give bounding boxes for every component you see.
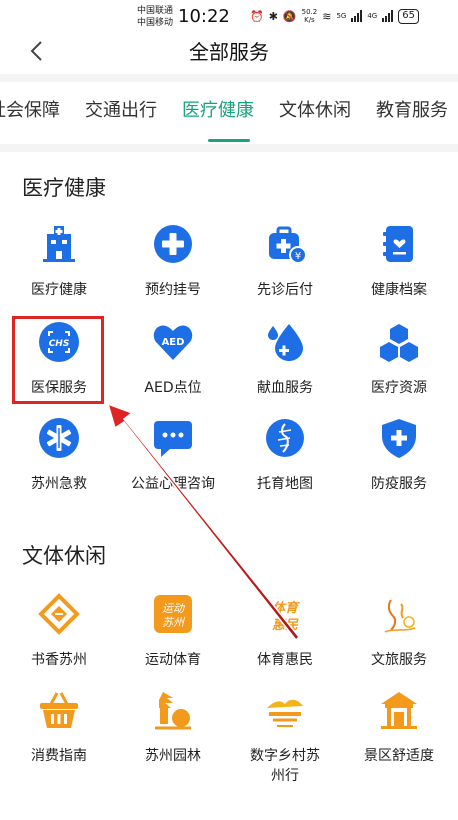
- culture-travel-icon: [384, 599, 416, 633]
- service-label: 书香苏州: [31, 652, 87, 668]
- header-divider: [0, 74, 458, 82]
- network-type-1: 5G: [336, 12, 347, 20]
- sports-benefit-icon: 体育惠民: [272, 600, 300, 633]
- wifi-icon: ≋: [322, 9, 332, 23]
- hospital-icon: [43, 226, 75, 262]
- svg-text:¥: ¥: [295, 251, 301, 262]
- service-digital-village[interactable]: 数字乡村苏州行: [230, 688, 340, 786]
- service-culture-travel[interactable]: 文旅服务: [344, 592, 454, 670]
- carrier-labels: 中国联通 中国移动: [137, 5, 173, 29]
- service-label: 运动体育: [145, 652, 201, 668]
- service-label: 防疫服务: [371, 476, 427, 492]
- pavilion-icon: [381, 692, 417, 729]
- cubes-icon: [380, 324, 418, 362]
- service-label: 健康档案: [371, 282, 427, 298]
- aed-heart-icon: AED: [153, 325, 193, 360]
- sports-badge-icon: 运动苏州: [154, 595, 192, 633]
- service-health-record[interactable]: 健康档案: [344, 222, 454, 300]
- service-label: 苏州急救: [31, 476, 87, 492]
- status-bar: 中国联通 中国移动 10:22 ⏰ ✱ 🔕 50.2 K/s ≋ 5G 4G 65: [0, 0, 458, 34]
- battery-icon: 65: [398, 8, 419, 24]
- svg-text:惠民: 惠民: [272, 617, 299, 633]
- service-label: 体育惠民: [257, 652, 313, 668]
- svg-text:苏州: 苏州: [162, 616, 186, 629]
- service-blood-donation[interactable]: 献血服务: [230, 320, 340, 398]
- service-medical-health[interactable]: 医疗健康: [4, 222, 114, 300]
- service-label: 献血服务: [257, 380, 313, 396]
- service-label: 景区舒适度: [364, 748, 434, 764]
- bluetooth-icon: ✱: [268, 9, 278, 23]
- section-title-culture: 文体休闲: [22, 544, 106, 568]
- svg-text:运动: 运动: [162, 602, 186, 615]
- section-title-medical: 医疗健康: [22, 176, 106, 200]
- service-appointment[interactable]: 预约挂号: [118, 222, 228, 300]
- service-childcare-map[interactable]: 托育地图: [230, 416, 340, 494]
- service-label: 苏州园林: [145, 748, 201, 764]
- svg-text:体育: 体育: [272, 600, 300, 616]
- service-epidemic-prevention[interactable]: 防疫服务: [344, 416, 454, 494]
- service-label: AED点位: [144, 380, 202, 396]
- village-landscape-icon: [267, 699, 303, 727]
- service-scenic-comfort[interactable]: 景区舒适度: [344, 688, 454, 766]
- health-record-icon: [383, 226, 413, 262]
- service-label: 消费指南: [31, 748, 87, 764]
- chat-bubble-icon: [154, 421, 192, 457]
- service-emergency[interactable]: 苏州急救: [4, 416, 114, 494]
- category-tabs: 社会保障 交通出行 医疗健康 文体休闲 教育服务: [0, 96, 458, 122]
- service-medical-resources[interactable]: 医疗资源: [344, 320, 454, 398]
- star-of-life-icon: [39, 418, 79, 458]
- network-type-2: 4G: [367, 12, 378, 20]
- shopping-basket-icon: [40, 692, 78, 728]
- service-label: 公益心理咨询: [131, 476, 215, 492]
- service-label: 医疗资源: [371, 380, 427, 396]
- tab-transport[interactable]: 交通出行: [85, 96, 157, 122]
- active-tab-indicator: [208, 139, 250, 142]
- service-label: 预约挂号: [145, 282, 201, 298]
- book-fragrance-icon: [38, 593, 80, 635]
- network-speed: 50.2 K/s: [301, 8, 318, 24]
- medical-cross-icon: [154, 225, 192, 263]
- tab-medical[interactable]: 医疗健康: [182, 96, 254, 122]
- service-sports[interactable]: 运动 苏州 运动体育: [118, 592, 228, 670]
- service-label: 托育地图: [257, 476, 313, 492]
- childcare-map-icon: [266, 419, 304, 457]
- tab-social-security[interactable]: 社会保障: [0, 96, 60, 122]
- mute-icon: 🔕: [282, 9, 297, 23]
- service-label: 文旅服务: [371, 652, 427, 668]
- garden-pagoda-icon: [155, 692, 191, 730]
- service-label: 数字乡村苏州行: [250, 748, 320, 784]
- tab-education[interactable]: 教育服务: [376, 96, 448, 122]
- service-psych-consult[interactable]: 公益心理咨询: [118, 416, 228, 494]
- service-sports-benefit[interactable]: 体育 惠民 体育惠民: [230, 592, 340, 670]
- service-suzhou-gardens[interactable]: 苏州园林: [118, 688, 228, 766]
- signal-icon-1: [351, 10, 363, 22]
- svg-text:AED: AED: [162, 337, 185, 348]
- shield-cross-icon: [382, 419, 416, 458]
- service-aed[interactable]: AED AED点位: [118, 320, 228, 398]
- service-label: 医疗健康: [31, 282, 87, 298]
- highlight-box: [12, 316, 104, 404]
- service-book-suzhou[interactable]: 书香苏州: [4, 592, 114, 670]
- blood-drop-icon: [268, 324, 303, 361]
- page-title: 全部服务: [189, 40, 269, 64]
- status-icons: ⏰ ✱ 🔕 50.2 K/s ≋ 5G 4G 65: [250, 8, 419, 24]
- tabs-divider: [0, 144, 458, 152]
- carrier-2: 中国移动: [137, 18, 174, 28]
- tab-culture[interactable]: 文体休闲: [279, 96, 351, 122]
- signal-icon-2: [382, 10, 394, 22]
- medkit-payment-icon: ¥: [269, 226, 307, 264]
- header: 全部服务: [0, 34, 458, 74]
- service-consumer-guide[interactable]: 消费指南: [4, 688, 114, 766]
- alarm-icon: ⏰: [250, 9, 264, 23]
- carrier-1: 中国联通: [137, 6, 174, 16]
- service-label: 先诊后付: [257, 282, 313, 298]
- service-pay-later[interactable]: ¥ 先诊后付: [230, 222, 340, 300]
- clock: 10:22: [178, 6, 230, 27]
